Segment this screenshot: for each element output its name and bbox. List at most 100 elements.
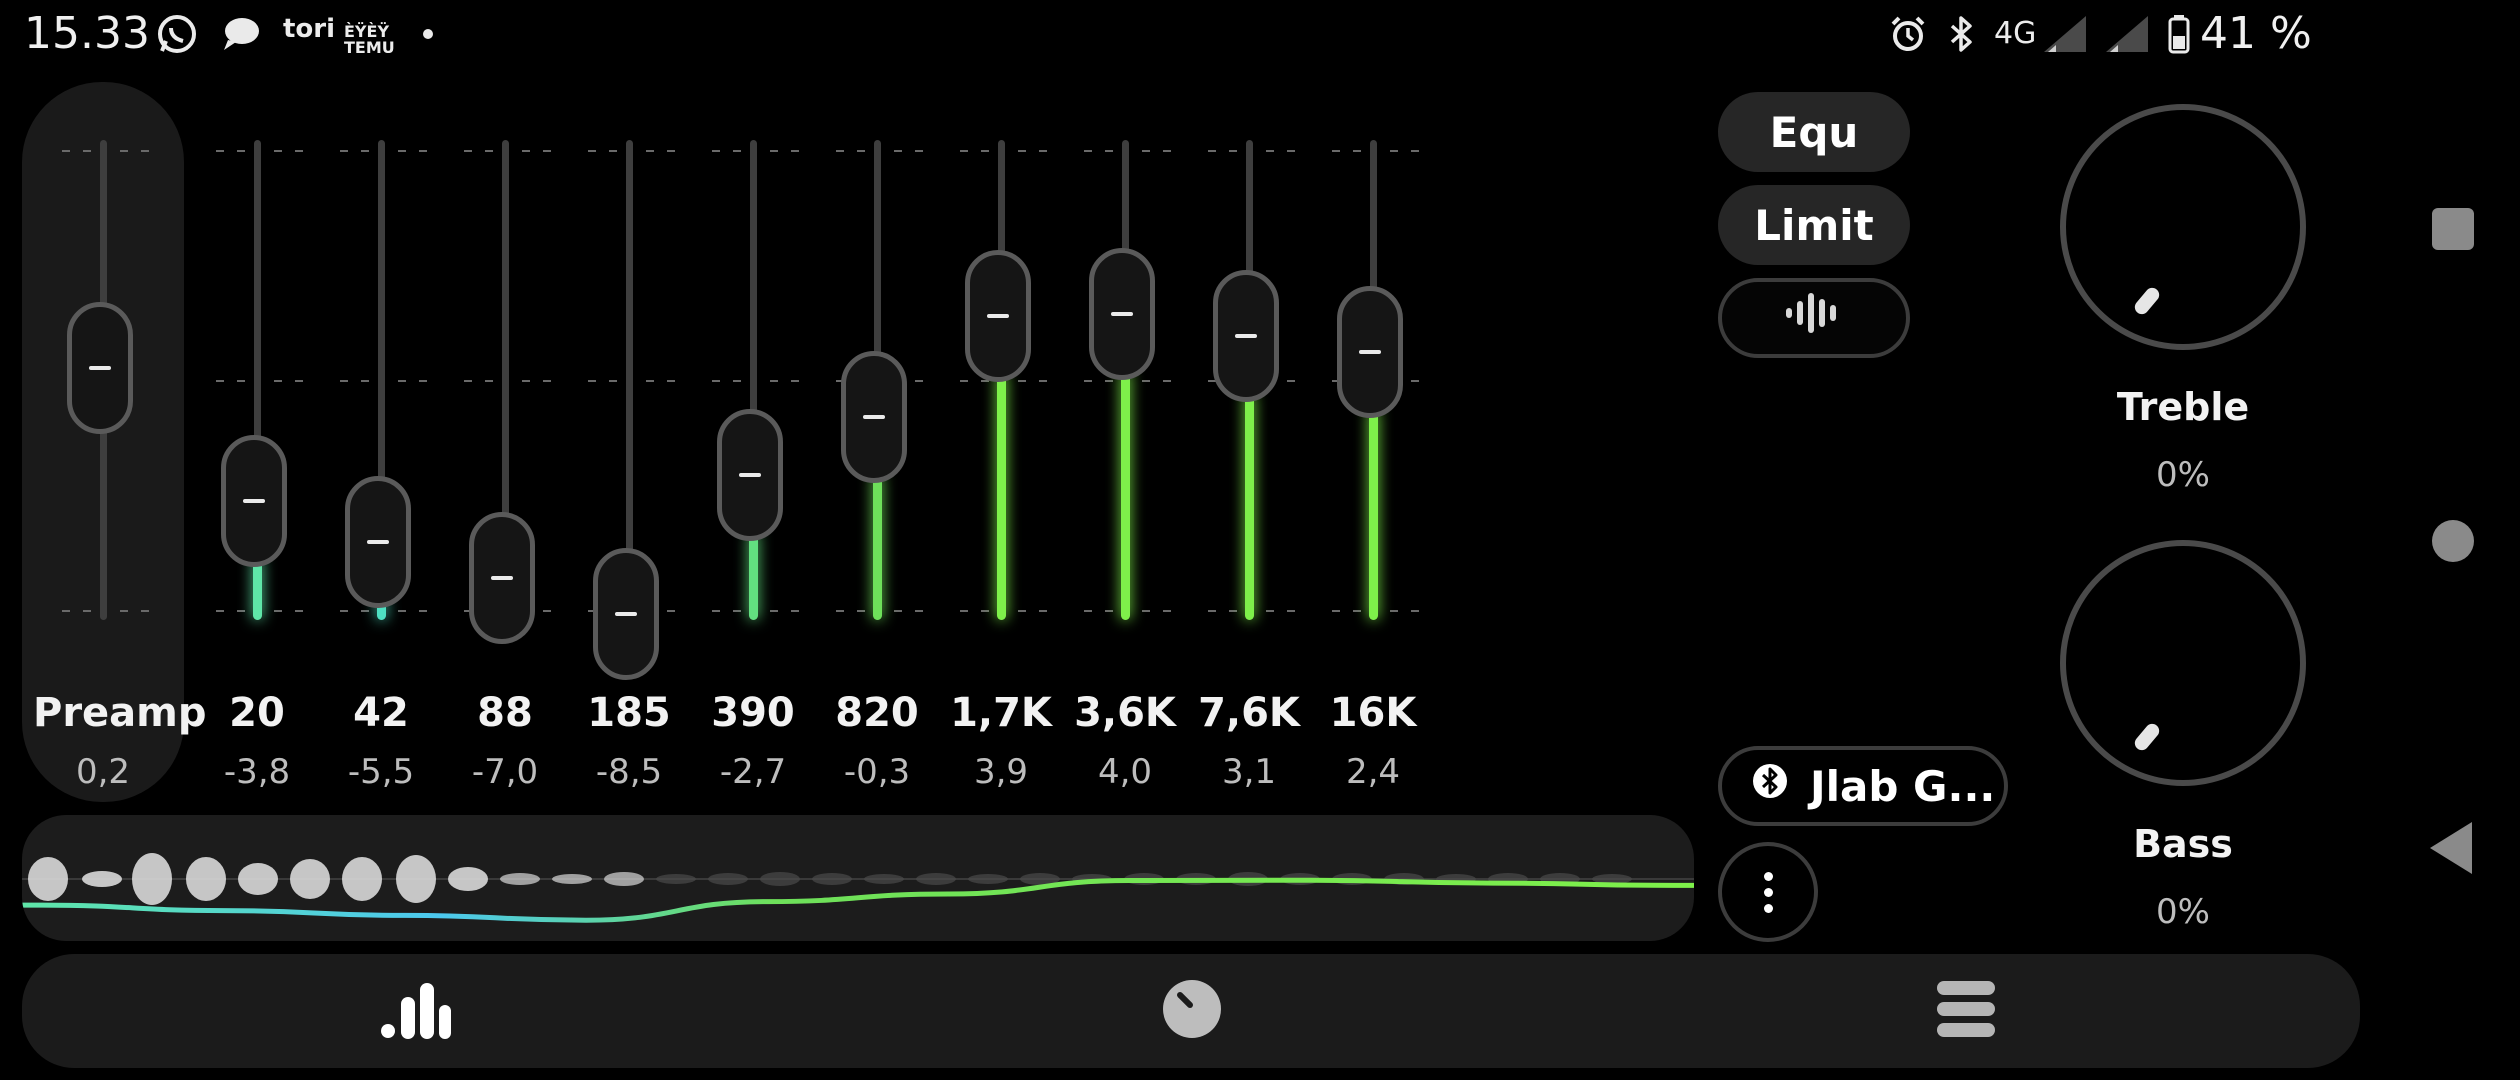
preamp-slider[interactable] <box>48 130 158 630</box>
scale-tick <box>361 150 369 152</box>
equ-button[interactable]: Equ <box>1718 92 1910 172</box>
scale-tick <box>237 380 245 382</box>
band-4-handle[interactable] <box>593 548 659 680</box>
treble-knob-indicator <box>2131 285 2163 317</box>
scale-tick <box>1332 150 1340 152</box>
scale-tick <box>1142 150 1150 152</box>
scale-tick <box>1353 150 1361 152</box>
temu-app-icon: ÈŸÈŸ TEMU <box>344 24 395 56</box>
recents-square-icon[interactable] <box>2432 208 2474 250</box>
presets-stack-icon <box>1935 979 1997 1043</box>
scale-tick <box>1039 380 1047 382</box>
band-5-frequency-label: 390 <box>711 690 795 736</box>
scale-tick <box>340 380 348 382</box>
spectrum-blob <box>708 873 748 885</box>
band-6-level-fill <box>873 473 882 620</box>
bluetooth-icon <box>1944 12 1980 56</box>
spectrum-blob <box>916 873 956 885</box>
spectrum-blob <box>28 857 68 901</box>
spectrum-blob <box>604 872 644 886</box>
equalizer-bars-icon <box>380 979 452 1043</box>
scale-tick <box>791 380 799 382</box>
scale-tick <box>361 380 369 382</box>
output-device-button[interactable]: Jlab G... <box>1718 746 2008 826</box>
scale-tick <box>295 610 303 612</box>
band-3-frequency-label: 88 <box>477 690 533 736</box>
band-5-handle[interactable] <box>717 408 783 541</box>
spectrum-blob <box>812 873 852 885</box>
spectrum-blob <box>968 874 1008 884</box>
scale-tick <box>733 610 741 612</box>
scale-tick <box>960 380 968 382</box>
chat-bubble-icon <box>218 12 264 56</box>
band-7-slider[interactable] <box>946 130 1056 630</box>
scale-tick <box>295 150 303 152</box>
visualizer-button[interactable] <box>1718 278 1910 358</box>
scale-tick <box>543 610 551 612</box>
scale-tick <box>543 150 551 152</box>
scale-tick <box>464 150 472 152</box>
band-3-slider[interactable] <box>450 130 560 644</box>
band-9-handle[interactable] <box>1213 269 1279 402</box>
signal-icon <box>2040 12 2094 56</box>
scale-tick <box>1411 610 1419 612</box>
band-3-gain-value: -7,0 <box>471 752 539 792</box>
scale-tick <box>62 150 70 152</box>
scale-tick <box>419 150 427 152</box>
band-1-handle[interactable] <box>221 435 287 568</box>
scale-tick <box>1266 150 1274 152</box>
band-8-slider[interactable] <box>1070 130 1180 630</box>
scale-tick <box>1163 150 1171 152</box>
scale-tick <box>1353 610 1361 612</box>
status-time: 15.33 <box>24 8 150 59</box>
treble-knob[interactable] <box>2060 104 2306 350</box>
band-7-gain-value: 3,9 <box>973 752 1029 792</box>
band-1-gain-value: -3,8 <box>223 752 291 792</box>
band-10-handle[interactable] <box>1337 286 1403 419</box>
band-3-handle[interactable] <box>469 512 535 644</box>
scale-tick <box>857 150 865 152</box>
waveform-icon <box>1784 288 1844 348</box>
band-5-slider[interactable] <box>698 130 808 630</box>
band-9-slider[interactable] <box>1194 130 1304 630</box>
scale-tick <box>216 380 224 382</box>
scale-tick <box>894 150 902 152</box>
band-4-slider[interactable] <box>574 130 684 680</box>
band-8-gain-value: 4,0 <box>1097 752 1153 792</box>
scale-tick <box>1084 380 1092 382</box>
spectrum-blob <box>82 871 122 887</box>
band-2-slider[interactable] <box>326 130 436 630</box>
battery-icon <box>2164 12 2194 56</box>
spectrum-blob <box>290 859 330 899</box>
scale-tick <box>83 610 91 612</box>
scale-tick <box>1084 610 1092 612</box>
tab-presets[interactable] <box>1906 964 2026 1058</box>
scale-tick <box>522 150 530 152</box>
spectrum-blob <box>342 857 382 901</box>
band-8-handle[interactable] <box>1089 248 1155 380</box>
scale-tick <box>1084 150 1092 152</box>
home-circle-icon[interactable] <box>2432 520 2474 562</box>
scale-tick <box>62 610 70 612</box>
more-options-button[interactable] <box>1718 842 1818 942</box>
limit-button[interactable]: Limit <box>1718 185 1910 265</box>
band-6-handle[interactable] <box>841 351 907 484</box>
band-7-frequency-label: 1,7K <box>950 690 1052 736</box>
bass-knob[interactable] <box>2060 540 2306 786</box>
back-triangle-icon[interactable] <box>2430 822 2472 874</box>
band-2-handle[interactable] <box>345 476 411 608</box>
band-7-handle[interactable] <box>965 250 1031 383</box>
scale-tick <box>712 610 720 612</box>
scale-tick <box>1287 610 1295 612</box>
tab-equalizer[interactable] <box>356 964 476 1058</box>
band-6-slider[interactable] <box>822 130 932 630</box>
scale-tick <box>667 150 675 152</box>
bass-value: 0% <box>2156 892 2210 932</box>
band-10-slider[interactable] <box>1318 130 1428 630</box>
scale-tick <box>588 380 596 382</box>
preamp-handle[interactable] <box>67 302 133 434</box>
band-1-slider[interactable] <box>202 130 312 630</box>
tab-knobs[interactable] <box>1132 964 1252 1058</box>
band-5-level-fill <box>749 530 758 620</box>
band-8-frequency-label: 3,6K <box>1074 690 1176 736</box>
